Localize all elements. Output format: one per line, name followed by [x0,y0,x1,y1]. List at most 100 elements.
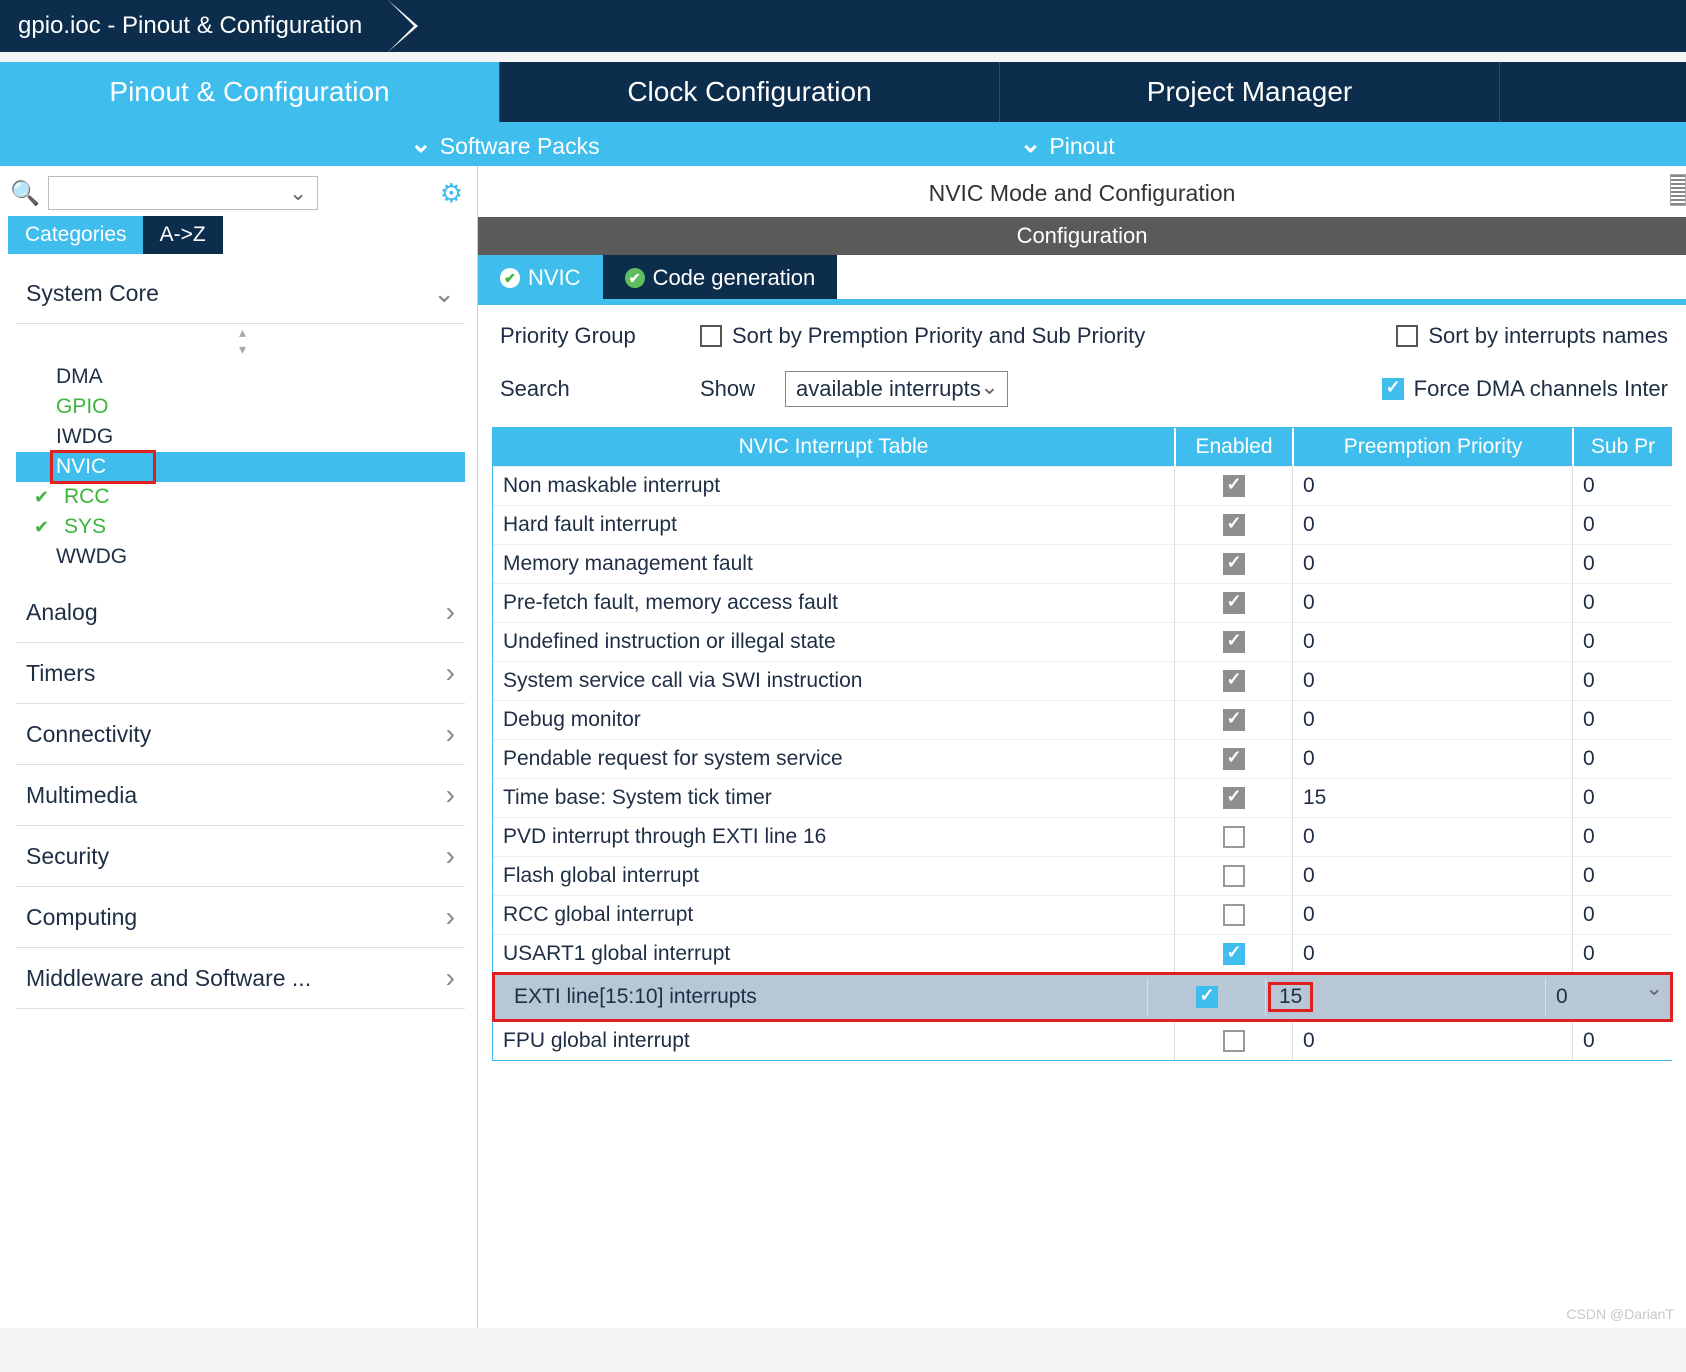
table-row[interactable]: System service call via SWI instruction0… [493,661,1672,700]
tab-project-manager[interactable]: Project Manager [1000,62,1500,122]
cell-preempt[interactable]: 0 [1292,1022,1572,1060]
checkbox-icon[interactable] [1223,631,1245,653]
cell-preempt[interactable]: 0 [1292,662,1572,700]
table-row[interactable]: Flash global interrupt00 [493,856,1672,895]
cell-enabled[interactable] [1174,818,1292,856]
cell-sub[interactable]: 0 [1572,857,1672,895]
cell-preempt[interactable]: 0 [1292,818,1572,856]
checkbox-icon[interactable] [1223,865,1245,887]
checkbox-icon[interactable] [1223,514,1245,536]
sort-preempt-checkbox[interactable]: Sort by Premption Priority and Sub Prior… [700,323,1145,349]
checkbox-icon[interactable] [1223,670,1245,692]
cell-preempt[interactable]: 0 [1292,701,1572,739]
checkbox-icon[interactable] [1223,592,1245,614]
cell-enabled[interactable] [1174,584,1292,622]
cell-preempt[interactable]: 0 [1292,467,1572,505]
table-row[interactable]: FPU global interrupt00 [493,1021,1672,1060]
cell-enabled[interactable] [1174,896,1292,934]
table-row[interactable]: Pre-fetch fault, memory access fault00 [493,583,1672,622]
checkbox-icon[interactable] [1223,787,1245,809]
cell-enabled[interactable] [1174,740,1292,778]
table-row[interactable]: PVD interrupt through EXTI line 1600 [493,817,1672,856]
table-row[interactable]: EXTI line[15:10] interrupts150 [493,973,1672,1021]
cell-preempt[interactable]: 15 [1292,779,1572,817]
table-row[interactable]: Time base: System tick timer150 [493,778,1672,817]
tab-pinout-config[interactable]: Pinout & Configuration [0,62,500,122]
cell-enabled[interactable] [1147,978,1265,1016]
checkbox-icon[interactable] [1223,553,1245,575]
cell-enabled[interactable] [1174,857,1292,895]
cell-sub[interactable]: 0 [1572,701,1672,739]
breadcrumb[interactable]: gpio.ioc - Pinout & Configuration [0,0,388,52]
cell-enabled[interactable] [1174,1022,1292,1060]
show-select[interactable]: available interrupts [785,371,1008,407]
table-row[interactable]: Pendable request for system service00 [493,739,1672,778]
cell-preempt[interactable]: 0 [1292,623,1572,661]
drag-handle-icon[interactable]: ▴▾ [16,324,465,358]
view-tab-categories[interactable]: Categories [8,216,144,254]
checkbox-icon[interactable] [1223,826,1245,848]
cell-enabled[interactable] [1174,545,1292,583]
cell-preempt[interactable]: 0 [1292,935,1572,973]
cell-sub[interactable]: 0 [1572,896,1672,934]
cell-preempt[interactable]: 0 [1292,857,1572,895]
cell-preempt[interactable]: 0 [1292,506,1572,544]
cell-preempt[interactable]: 0 [1292,740,1572,778]
group-middleware[interactable]: Middleware and Software ... [16,948,465,1009]
item-gpio[interactable]: GPIO [16,392,465,422]
cell-preempt[interactable]: 0 [1292,896,1572,934]
group-system-core[interactable]: System Core [16,264,465,324]
checkbox-icon[interactable] [1223,904,1245,926]
item-iwdg[interactable]: IWDG [16,422,465,452]
cell-sub[interactable]: 0 [1572,662,1672,700]
col-header-name[interactable]: NVIC Interrupt Table [493,428,1174,466]
table-row[interactable]: RCC global interrupt00 [493,895,1672,934]
item-sys[interactable]: SYS [16,512,465,542]
checkbox-icon[interactable] [1223,475,1245,497]
cell-sub[interactable]: 0 [1572,818,1672,856]
checkbox-icon[interactable] [1223,748,1245,770]
cell-sub[interactable]: 0 [1572,467,1672,505]
inner-tab-nvic[interactable]: ✔ NVIC [478,255,603,299]
item-wwdg[interactable]: WWDG [16,542,465,572]
cell-preempt[interactable]: 15 [1265,978,1545,1016]
col-header-sub[interactable]: Sub Pr [1572,428,1672,466]
checkbox-icon[interactable] [1223,1030,1245,1052]
sort-name-checkbox[interactable]: Sort by interrupts names [1396,323,1668,349]
cell-enabled[interactable] [1174,779,1292,817]
view-tab-az[interactable]: A->Z [143,216,223,254]
item-rcc[interactable]: RCC [16,482,465,512]
table-row[interactable]: Hard fault interrupt00 [493,505,1672,544]
group-security[interactable]: Security [16,826,465,887]
cell-sub[interactable]: 0 [1572,545,1672,583]
item-dma[interactable]: DMA [16,362,465,392]
cell-sub[interactable]: 0 [1572,740,1672,778]
cell-sub[interactable]: 0 [1572,584,1672,622]
cell-sub[interactable]: 0 [1572,623,1672,661]
cell-sub[interactable]: 0 [1572,779,1672,817]
tab-clock-config[interactable]: Clock Configuration [500,62,1000,122]
cell-sub[interactable]: 0 [1572,935,1672,973]
cell-preempt[interactable]: 0 [1292,545,1572,583]
group-connectivity[interactable]: Connectivity [16,704,465,765]
cell-enabled[interactable] [1174,506,1292,544]
inner-tab-codegen[interactable]: ✔ Code generation [603,255,838,299]
pinout-dropdown[interactable]: Pinout [1020,128,1115,160]
collapse-handle-icon[interactable] [1670,174,1686,206]
group-timers[interactable]: Timers [16,643,465,704]
cell-sub[interactable]: 0 [1572,506,1672,544]
cell-enabled[interactable] [1174,623,1292,661]
checkbox-icon[interactable] [1223,709,1245,731]
table-row[interactable]: USART1 global interrupt00 [493,934,1672,973]
checkbox-icon[interactable] [1196,986,1218,1008]
cell-enabled[interactable] [1174,662,1292,700]
cell-sub[interactable]: 0 [1545,978,1645,1016]
cell-enabled[interactable] [1174,935,1292,973]
group-multimedia[interactable]: Multimedia [16,765,465,826]
table-row[interactable]: Non maskable interrupt00 [493,466,1672,505]
gear-icon[interactable]: ⚙ [440,178,463,209]
cell-preempt[interactable]: 0 [1292,584,1572,622]
group-analog[interactable]: Analog [16,582,465,643]
search-combobox[interactable]: ⌄ [48,176,318,210]
software-packs-dropdown[interactable]: Software Packs [410,128,600,160]
